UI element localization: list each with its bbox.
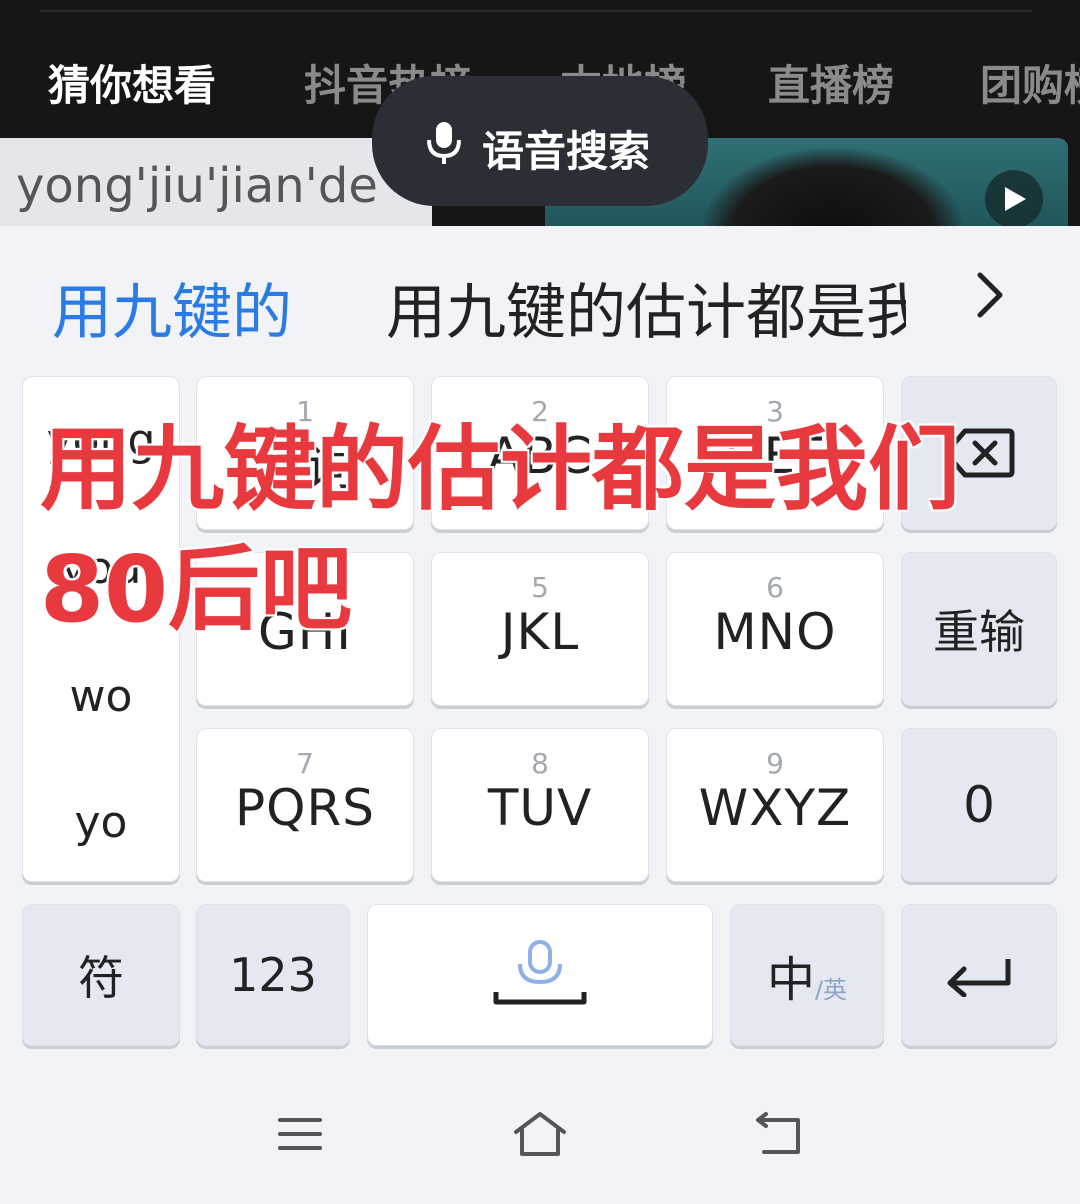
enter-icon [947, 959, 1011, 997]
tab-group-buy[interactable]: 团购榜 [980, 52, 1080, 113]
play-icon[interactable] [985, 170, 1043, 226]
language-switch-key[interactable]: 中/英 [730, 904, 884, 1046]
key-0[interactable]: 0 [901, 728, 1057, 882]
pinyin-composition: yong'jiu'jian'de [0, 138, 432, 226]
menu-icon[interactable] [276, 1110, 324, 1158]
key-number: 7 [296, 747, 314, 780]
zero-label: 0 [963, 776, 995, 834]
symbol-label: 符 [78, 951, 124, 1005]
thumbnail-image [703, 148, 963, 226]
key-letters: TUV [487, 779, 593, 837]
key-number: 9 [766, 747, 784, 780]
key-9[interactable]: 9 WXYZ [666, 728, 884, 882]
top-divider [40, 10, 1032, 12]
lang-main-label: 中 [766, 952, 815, 1008]
microphone-icon [427, 122, 461, 164]
key-8[interactable]: 8 TUV [431, 728, 649, 882]
tab-guess[interactable]: 猜你想看 [48, 52, 216, 113]
tab-live[interactable]: 直播榜 [768, 52, 894, 113]
key-letters: WXYZ [698, 779, 852, 837]
top-app-area: 猜你想看 抖音热榜 本地榜 直播榜 团购榜 yong'jiu'jian'de 语… [0, 0, 1080, 226]
pinyin-text: yong'jiu'jian'de [16, 158, 378, 214]
overlay-caption: 用九键的估计都是我们80后吧 [39, 415, 962, 645]
side-pinyin-option[interactable]: wo [23, 671, 179, 722]
side-pinyin-option[interactable]: yo [23, 797, 179, 848]
numeric-key[interactable]: 123 [196, 904, 350, 1046]
candidate-second[interactable]: 用九键的估计都是我 [386, 264, 906, 351]
space-mic-icon [493, 940, 587, 1005]
lang-sub-label: /英 [814, 975, 848, 1004]
symbol-key[interactable]: 符 [22, 904, 180, 1046]
voice-search-button[interactable]: 语音搜索 [372, 76, 708, 206]
back-icon[interactable] [754, 1110, 806, 1158]
voice-search-label: 语音搜索 [482, 127, 651, 176]
key-7[interactable]: 7 PQRS [196, 728, 414, 882]
space-key[interactable] [367, 904, 713, 1046]
candidate-first[interactable]: 用九键的 [52, 264, 292, 351]
ime-keyboard: 用九键的 用九键的估计都是我 yong you wo yo 1 分词 2 ABC… [0, 226, 1080, 1204]
enter-key[interactable] [901, 904, 1057, 1046]
system-nav-bar [0, 1090, 1080, 1190]
home-icon[interactable] [510, 1110, 570, 1158]
numeric-label: 123 [229, 948, 317, 1002]
key-letters: PQRS [235, 779, 375, 837]
chevron-right-icon[interactable] [970, 270, 1010, 320]
key-number: 8 [531, 747, 549, 780]
